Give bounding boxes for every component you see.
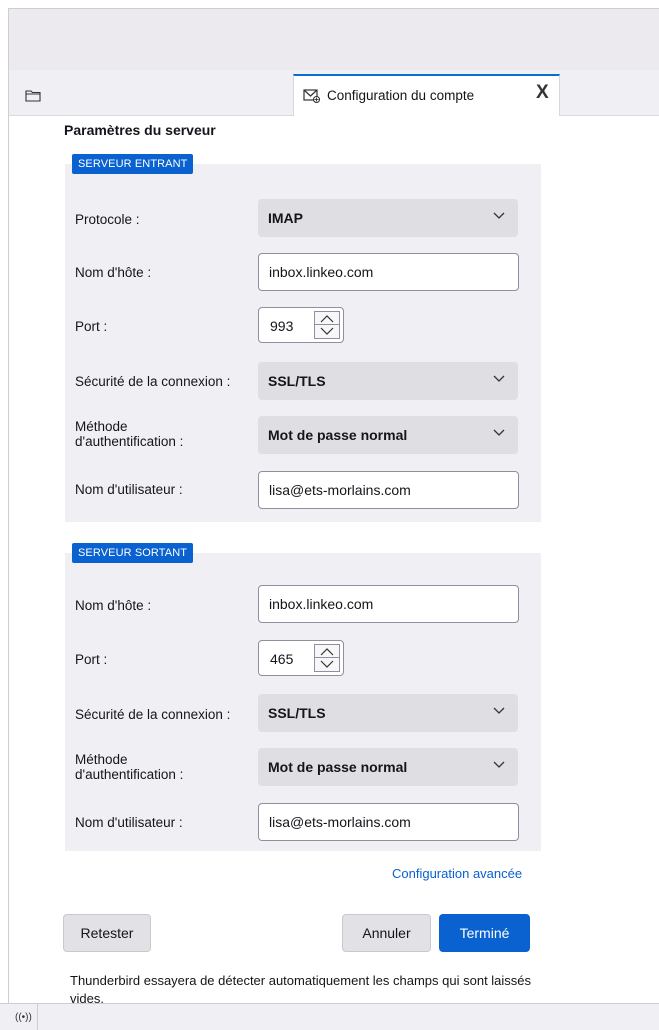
- outgoing-security-value: SSL/TLS: [268, 705, 326, 721]
- outgoing-username-label: Nom d'utilisateur :: [75, 815, 183, 830]
- status-divider: [37, 1004, 38, 1030]
- section-title: Paramètres du serveur: [64, 122, 216, 138]
- chevron-down-icon: [493, 429, 505, 436]
- incoming-auth-select[interactable]: Mot de passe normal: [258, 416, 518, 454]
- close-icon[interactable]: X: [536, 83, 549, 102]
- chevron-up-icon: [320, 648, 334, 656]
- chevron-down-icon: [493, 707, 505, 714]
- title-bar: [8, 8, 659, 70]
- port-increment-button[interactable]: [315, 645, 339, 658]
- incoming-security-label: Sécurité de la connexion :: [75, 374, 231, 389]
- done-button[interactable]: Terminé: [439, 914, 530, 952]
- chevron-down-icon: [320, 327, 334, 335]
- chevron-down-icon: [320, 660, 334, 668]
- port-decrement-button[interactable]: [315, 325, 339, 338]
- tab-label: Configuration du compte: [327, 88, 475, 103]
- outgoing-server-panel: SERVEUR SORTANT Nom d'hôte : inbox.linke…: [65, 543, 541, 851]
- advanced-config-link[interactable]: Configuration avancée: [392, 866, 522, 881]
- incoming-auth-value: Mot de passe normal: [268, 427, 408, 443]
- autodetect-note: Thunderbird essayera de détecter automat…: [70, 973, 532, 988]
- account-settings-content: Paramètres du serveur SERVEUR ENTRANT Pr…: [8, 116, 659, 1003]
- incoming-hostname-label: Nom d'hôte :: [75, 265, 152, 280]
- folder-icon[interactable]: [25, 89, 41, 102]
- protocol-select[interactable]: IMAP: [258, 199, 518, 237]
- outgoing-auth-label-line2: d'authentification :: [75, 767, 184, 782]
- chevron-down-icon: [493, 212, 505, 219]
- incoming-security-value: SSL/TLS: [268, 373, 326, 389]
- incoming-hostname-value: inbox.linkeo.com: [269, 264, 374, 280]
- activity-icon[interactable]: ((•)): [15, 1012, 32, 1023]
- outgoing-hostname-label: Nom d'hôte :: [75, 598, 152, 613]
- outgoing-hostname-field[interactable]: inbox.linkeo.com: [258, 585, 519, 623]
- tab-strip: Configuration du compte X: [8, 70, 659, 117]
- outgoing-port-stepper[interactable]: [314, 644, 340, 672]
- outgoing-auth-value: Mot de passe normal: [268, 759, 408, 775]
- incoming-security-select[interactable]: SSL/TLS: [258, 362, 518, 400]
- port-increment-button[interactable]: [315, 312, 339, 325]
- incoming-auth-label-line1: Méthode: [75, 419, 128, 434]
- outgoing-server-legend: SERVEUR SORTANT: [72, 543, 194, 563]
- outgoing-auth-label-line1: Méthode: [75, 752, 128, 767]
- outgoing-hostname-value: inbox.linkeo.com: [269, 596, 374, 612]
- incoming-username-field[interactable]: lisa@ets-morlains.com: [258, 471, 519, 509]
- incoming-server-panel: SERVEUR ENTRANT Protocole : IMAP Nom d'h…: [65, 154, 541, 522]
- incoming-auth-label-line2: d'authentification :: [75, 434, 184, 449]
- tab-account-settings[interactable]: Configuration du compte X: [293, 74, 560, 117]
- protocol-label: Protocole :: [75, 212, 140, 227]
- incoming-username-label: Nom d'utilisateur :: [75, 482, 183, 497]
- incoming-port-label: Port :: [75, 319, 108, 334]
- outgoing-username-value: lisa@ets-morlains.com: [269, 814, 411, 830]
- protocol-value: IMAP: [268, 210, 303, 226]
- port-decrement-button[interactable]: [315, 658, 339, 671]
- incoming-port-field[interactable]: 993: [258, 307, 344, 343]
- incoming-hostname-field[interactable]: inbox.linkeo.com: [258, 253, 519, 291]
- chevron-down-icon: [493, 375, 505, 382]
- outgoing-port-value: 465: [270, 651, 294, 667]
- outgoing-port-label: Port :: [75, 652, 108, 667]
- incoming-port-value: 993: [270, 318, 294, 334]
- outgoing-port-field[interactable]: 465: [258, 640, 344, 676]
- incoming-port-stepper[interactable]: [314, 311, 340, 339]
- chevron-up-icon: [320, 315, 334, 323]
- outgoing-security-select[interactable]: SSL/TLS: [258, 694, 518, 732]
- retest-button[interactable]: Retester: [63, 914, 151, 952]
- outgoing-security-label: Sécurité de la connexion :: [75, 707, 231, 722]
- incoming-username-value: lisa@ets-morlains.com: [269, 482, 411, 498]
- outgoing-auth-select[interactable]: Mot de passe normal: [258, 748, 518, 786]
- autodetect-note-continued: vides.: [70, 991, 104, 1003]
- mail-settings-icon: [303, 89, 320, 103]
- incoming-auth-label: Méthode d'authentification :: [75, 419, 183, 449]
- incoming-server-legend: SERVEUR ENTRANT: [72, 154, 194, 174]
- outgoing-username-field[interactable]: lisa@ets-morlains.com: [258, 803, 519, 841]
- cancel-button[interactable]: Annuler: [342, 914, 431, 952]
- chevron-down-icon: [493, 761, 505, 768]
- status-bar: ((•)): [0, 1003, 659, 1030]
- outgoing-auth-label: Méthode d'authentification :: [75, 752, 183, 782]
